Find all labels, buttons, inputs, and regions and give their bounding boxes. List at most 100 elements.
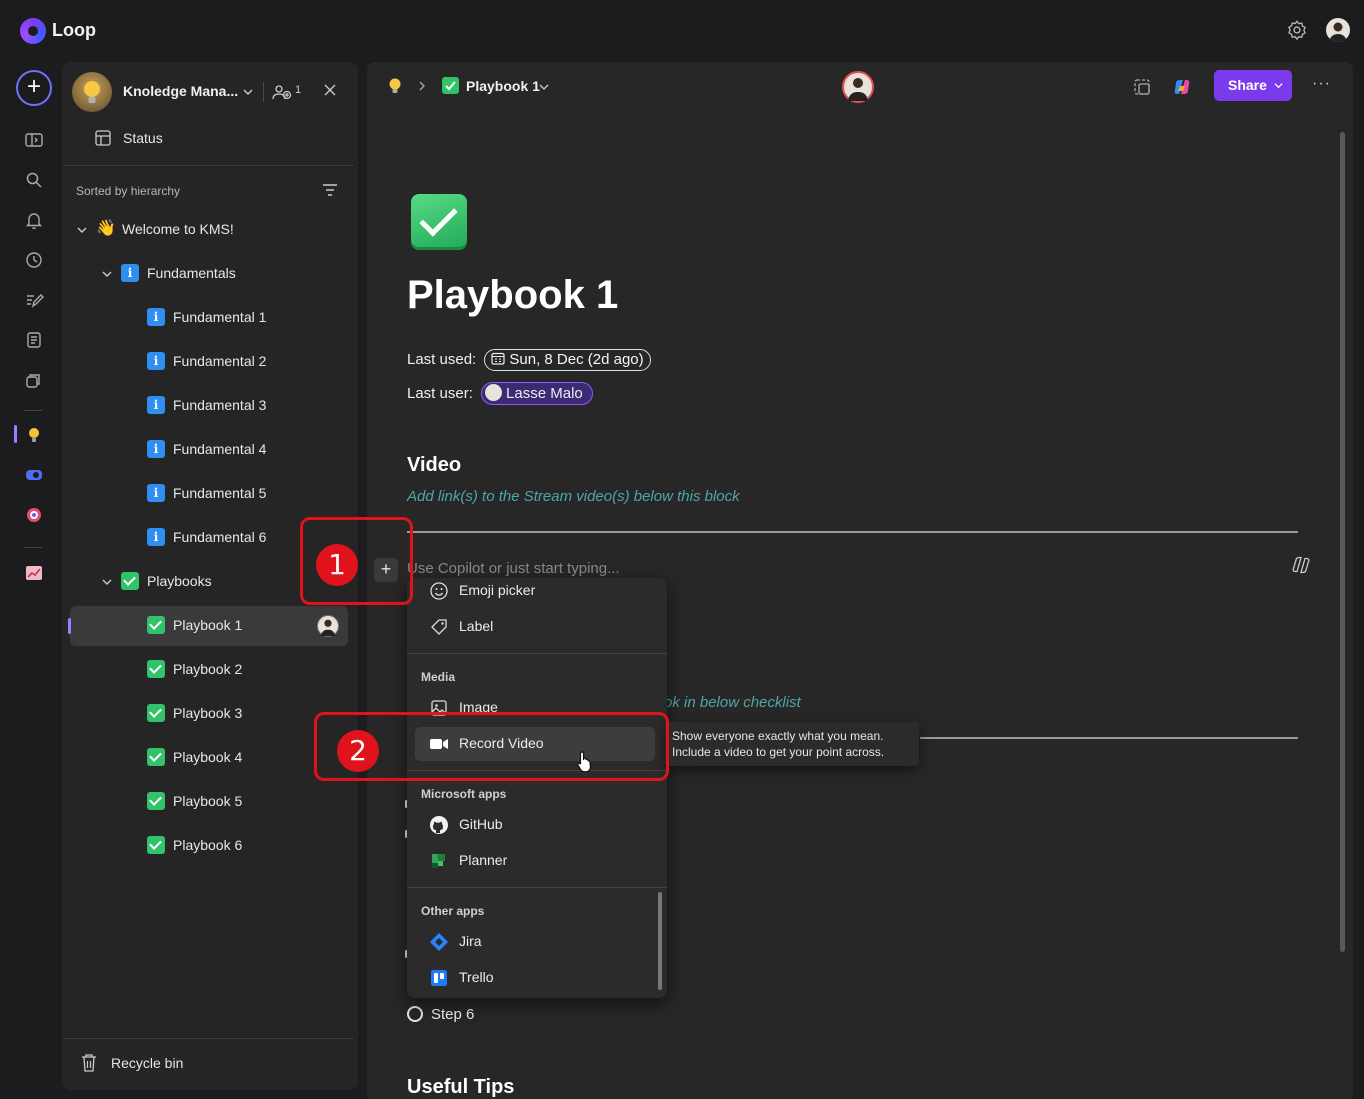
sidebar-divider: [64, 1038, 354, 1039]
tree-item-playbook-1[interactable]: Playbook 1: [68, 606, 348, 646]
menu-item-jira[interactable]: Jira: [415, 925, 655, 959]
ideas-pen-icon[interactable]: [24, 290, 44, 310]
tree-item-label: Fundamental 5: [173, 485, 267, 501]
copilot-outline-icon[interactable]: [1291, 555, 1311, 575]
tree-item-fundamental-1[interactable]: i Fundamental 1: [70, 298, 348, 338]
tree-item-fundamental-5[interactable]: i Fundamental 5: [70, 474, 348, 514]
calendar-icon: [491, 352, 505, 365]
select-area-icon[interactable]: [1132, 77, 1152, 97]
tree-item-playbook-3[interactable]: Playbook 3: [70, 694, 348, 734]
tree-item-fundamentals[interactable]: i Fundamentals: [70, 254, 348, 294]
workspaces-icon[interactable]: [24, 130, 44, 150]
info-icon: i: [147, 528, 165, 546]
menu-section-other-apps: Other apps: [421, 904, 485, 918]
video-heading[interactable]: Video: [407, 454, 461, 477]
search-icon[interactable]: [24, 170, 44, 190]
trash-icon: [82, 1054, 96, 1072]
menu-item-github[interactable]: GitHub: [415, 808, 655, 842]
last-user-row: Last user: Lasse Malo: [407, 382, 593, 405]
member-count: 1: [295, 84, 302, 96]
hand-cursor-icon: [577, 751, 591, 773]
settings-gear-icon[interactable]: [1286, 19, 1308, 41]
info-icon: i: [147, 484, 165, 502]
user-mention-chip[interactable]: Lasse Malo: [481, 382, 593, 405]
tree-item-playbook-4[interactable]: Playbook 4: [70, 738, 348, 778]
share-button[interactable]: Share: [1214, 70, 1292, 101]
menu-item-planner[interactable]: Planner: [415, 844, 655, 878]
members-icon[interactable]: [272, 83, 294, 101]
info-icon: i: [147, 352, 165, 370]
copilot-icon[interactable]: [1172, 77, 1192, 97]
title-bar: Loop: [0, 0, 1364, 60]
lightbulb-workspace-icon[interactable]: [24, 425, 44, 445]
step-label: Step 6: [431, 1006, 475, 1023]
chevron-down-icon[interactable]: [76, 224, 88, 236]
page-scrollbar[interactable]: [1340, 132, 1345, 952]
menu-item-label-tag[interactable]: Label: [415, 610, 655, 644]
tree-item-label: Welcome to KMS!: [122, 221, 234, 237]
tree-item-fundamental-3[interactable]: i Fundamental 3: [70, 386, 348, 426]
useful-tips-heading[interactable]: Useful Tips: [407, 1076, 514, 1099]
insert-menu: Emoji picker Label Media Image Record Vi…: [407, 578, 667, 998]
presence-avatar[interactable]: [842, 71, 874, 103]
planner-icon: [432, 854, 445, 868]
tree-item-welcome[interactable]: 👋 Welcome to KMS!: [70, 210, 348, 250]
chevron-down-icon[interactable]: [101, 576, 113, 588]
components-icon[interactable]: [24, 370, 44, 390]
editor-placeholder[interactable]: Use Copilot or just start typing...: [407, 560, 620, 577]
lightbulb-icon[interactable]: [387, 77, 403, 95]
tree-item-label: Fundamental 3: [173, 397, 267, 413]
checkbox-circle-icon[interactable]: [407, 1006, 423, 1022]
emoji-icon: [430, 582, 448, 600]
workspace-name[interactable]: Knoledge Mana...: [123, 83, 238, 99]
date-chip[interactable]: Sun, 8 Dec (2d ago): [484, 349, 651, 371]
loop-logo-icon: [20, 18, 46, 44]
target-workspace-icon[interactable]: [24, 505, 44, 525]
tree-item-playbook-5[interactable]: Playbook 5: [70, 782, 348, 822]
checklist-item[interactable]: Step 6: [407, 1006, 474, 1023]
loop-workspace-icon[interactable]: [24, 465, 44, 485]
bell-icon[interactable]: [24, 210, 44, 230]
checkmark-icon: [147, 836, 165, 854]
video-hint[interactable]: Add link(s) to the Stream video(s) below…: [407, 488, 740, 505]
menu-item-trello[interactable]: Trello: [415, 961, 655, 995]
menu-item-emoji-picker[interactable]: Emoji picker: [415, 578, 655, 608]
info-icon: i: [121, 264, 139, 282]
menu-item-label: GitHub: [459, 816, 503, 832]
workspace-avatar[interactable]: [72, 72, 112, 112]
menu-scrollbar[interactable]: [658, 892, 662, 990]
tree-item-playbook-2[interactable]: Playbook 2: [70, 650, 348, 690]
chevron-down-icon[interactable]: [539, 82, 549, 92]
create-new-button[interactable]: +: [16, 70, 52, 106]
recycle-bin-label: Recycle bin: [111, 1055, 184, 1071]
page-title[interactable]: Playbook 1: [407, 273, 618, 318]
divider: [920, 737, 1298, 739]
chart-workspace-icon[interactable]: [24, 563, 44, 583]
notes-icon[interactable]: [24, 330, 44, 350]
github-icon: [430, 816, 448, 834]
tree-item-fundamental-4[interactable]: i Fundamental 4: [70, 430, 348, 470]
last-user-label: Last user:: [407, 385, 473, 402]
checkmark-icon: [147, 792, 165, 810]
tree-item-playbook-6[interactable]: Playbook 6: [70, 826, 348, 866]
sort-filter-icon[interactable]: [322, 183, 338, 197]
breadcrumb-title[interactable]: Playbook 1: [466, 78, 540, 94]
tree-item-label: Playbook 2: [173, 661, 243, 677]
more-options-button[interactable]: ···: [1312, 75, 1331, 93]
checklist-hint[interactable]: ok in below checklist: [664, 694, 801, 711]
app-rail: +: [0, 60, 66, 1099]
info-icon: i: [147, 440, 165, 458]
clock-icon[interactable]: [24, 250, 44, 270]
chevron-down-icon[interactable]: [101, 268, 113, 280]
checkmark-icon: [121, 572, 139, 590]
collaborator-avatar: [317, 615, 339, 637]
rail-divider: [24, 410, 42, 411]
menu-item-label: Planner: [459, 852, 508, 868]
tooltip-line: Include a video to get your point across…: [672, 745, 885, 759]
tree-item-fundamental-2[interactable]: i Fundamental 2: [70, 342, 348, 382]
status-table-icon: [95, 130, 111, 146]
close-icon[interactable]: [322, 82, 338, 98]
user-avatar[interactable]: [1326, 18, 1350, 42]
page-checkmark-icon[interactable]: [411, 194, 467, 250]
chevron-down-icon[interactable]: [242, 86, 254, 98]
